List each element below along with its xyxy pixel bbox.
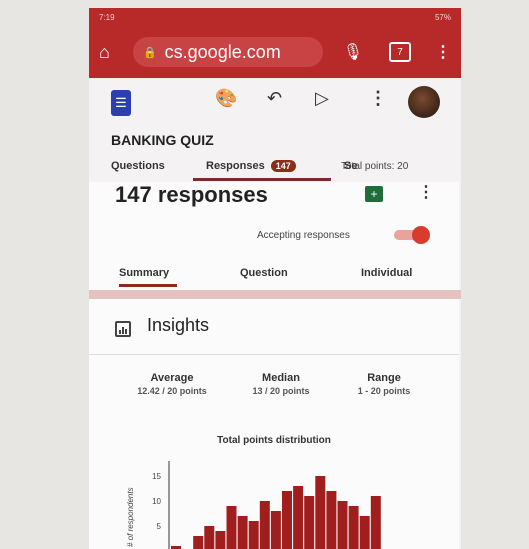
responses-tab-indicator: [193, 178, 331, 181]
toggle-knob[interactable]: [412, 226, 430, 244]
distribution-bar: [282, 491, 292, 549]
distribution-bar: [237, 516, 248, 549]
status-time: 7:19: [99, 12, 115, 22]
distribution-bar: [259, 501, 270, 549]
home-icon[interactable]: ⌂: [99, 42, 127, 63]
distribution-bar: [337, 501, 348, 549]
distribution-bar: [204, 526, 215, 549]
phone-screen: 7:19 57% ⌂ 🔒 cs.google.com 🎙 7 ⋮ ☰ 🎨 ↶ ▷…: [89, 8, 461, 549]
tab-responses-label: Responses: [206, 160, 265, 172]
browser-toolbar: ⌂ 🔒 cs.google.com 🎙 7 ⋮: [89, 26, 461, 78]
insights-title: Insights: [147, 315, 210, 335]
stat-range: Range 1 - 20 points: [329, 372, 439, 396]
responses-count-title: 147 responses: [115, 182, 268, 207]
stat-average-label: Average: [150, 372, 194, 384]
responses-count-badge: 147: [270, 160, 296, 172]
form-title: BANKING QUIZ: [111, 132, 214, 148]
tab-summary[interactable]: Summary: [119, 267, 169, 279]
palette-icon[interactable]: 🎨: [215, 88, 237, 109]
status-bar: 7:19 57%: [89, 8, 461, 26]
distribution-bar: [193, 536, 204, 549]
distribution-bar: [226, 506, 237, 549]
google-forms-icon[interactable]: ☰: [111, 90, 131, 116]
distribution-bar: [304, 496, 315, 549]
points-distribution-chart: # of respondents 5 10 15: [126, 461, 381, 549]
stat-average-value: 12.42 / 20 points: [137, 386, 207, 396]
accepting-responses-label: Accepting responses: [257, 230, 350, 241]
tab-switcher-button[interactable]: 7: [389, 42, 411, 62]
distribution-bar: [215, 531, 226, 549]
forms-app-bar: ☰ 🎨 ↶ ▷ ⋮: [89, 82, 461, 126]
summary-tab-indicator: [119, 284, 177, 287]
status-battery: 57%: [434, 12, 451, 22]
tab-individual[interactable]: Individual: [361, 267, 412, 279]
stat-median-value: 13 / 20 points: [252, 386, 310, 396]
undo-icon[interactable]: ↶: [267, 88, 282, 109]
distribution-bar: [348, 506, 359, 549]
y-tick-label: 10: [152, 497, 161, 506]
browser-menu-icon[interactable]: ⋮: [435, 42, 451, 62]
section-divider: [89, 290, 461, 299]
stat-average: Average 12.42 / 20 points: [117, 372, 227, 396]
url-text: cs.google.com: [164, 41, 281, 62]
y-tick-label: 15: [152, 472, 161, 481]
stat-median: Median 13 / 20 points: [226, 372, 336, 396]
y-axis-label: # of respondents: [126, 487, 135, 547]
distribution-bar: [315, 476, 326, 549]
chart-title: Total points distribution: [217, 435, 331, 446]
responses-more-icon[interactable]: ⋮: [418, 182, 434, 202]
distribution-bar: [326, 491, 337, 549]
insights-divider: [89, 354, 459, 355]
distribution-bar: [359, 516, 370, 549]
tab-questions[interactable]: Questions: [111, 160, 165, 172]
send-icon[interactable]: ▷: [315, 88, 329, 109]
insights-card: Insights Average 12.42 / 20 points Media…: [89, 299, 459, 549]
distribution-bar: [293, 486, 304, 549]
more-options-icon[interactable]: ⋮: [369, 88, 387, 109]
tab-responses[interactable]: Responses 147: [206, 160, 296, 172]
responses-card: 147 responses + ⋮ Accepting responses Su…: [89, 182, 459, 290]
tab-question[interactable]: Question: [240, 267, 288, 279]
stat-range-value: 1 - 20 points: [357, 386, 411, 396]
distribution-bar: [370, 496, 381, 549]
distribution-bar: [248, 521, 259, 549]
bar-chart-icon: [115, 321, 131, 337]
avatar[interactable]: [408, 86, 440, 118]
stat-range-label: Range: [367, 372, 401, 384]
address-bar[interactable]: 🔒 cs.google.com: [132, 37, 323, 67]
total-points: Total points: 20: [341, 161, 409, 172]
lock-icon: 🔒: [142, 46, 157, 59]
sheets-icon[interactable]: +: [365, 186, 383, 202]
stat-median-label: Median: [262, 372, 300, 384]
y-tick-label: 5: [157, 522, 162, 531]
microphone-icon[interactable]: 🎙: [343, 42, 363, 62]
distribution-bar: [270, 511, 281, 549]
